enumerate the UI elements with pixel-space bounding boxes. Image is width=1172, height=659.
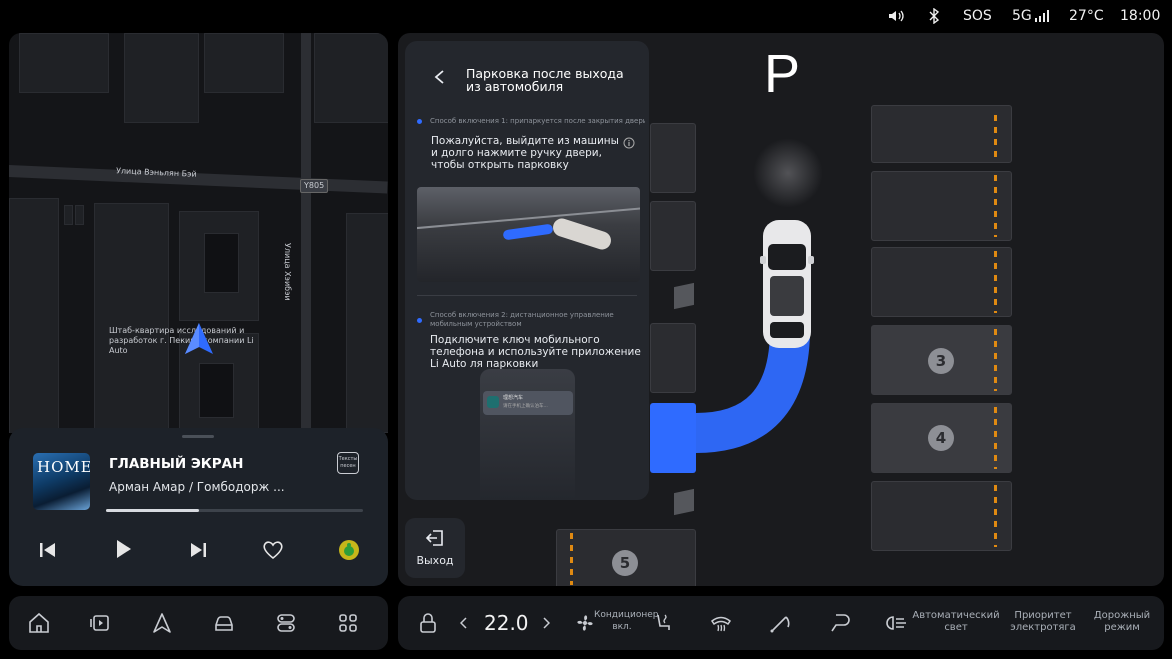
slot-number: 3: [928, 348, 954, 374]
exit-label: Выход: [416, 554, 454, 567]
method1-label: Способ включения 1: припаркуется после з…: [430, 117, 645, 125]
favorite-button[interactable]: [260, 537, 286, 563]
previous-button[interactable]: [36, 538, 60, 562]
info-icon[interactable]: [623, 137, 635, 149]
method1-text: Пожалуйста, выйдите из машины и долго на…: [431, 135, 619, 171]
music-player: HOME ГЛАВНЫЙ ЭКРАН Арман Амар / Гомбодор…: [9, 428, 388, 586]
status-bar: SOS 5G 27°C 18:00: [0, 0, 1172, 32]
road-badge: Y805: [300, 179, 329, 193]
skip-back-icon: [40, 543, 55, 557]
navigation-map[interactable]: Улица Вэньлян Бэй Улица Хэибэи Y805 Штаб…: [9, 33, 388, 433]
ac-status[interactable]: Кондиционер вкл.: [594, 609, 658, 633]
slot-number: 5: [612, 550, 638, 576]
street-label: Улица Хэибэи: [283, 243, 292, 301]
parking-slot[interactable]: [871, 105, 1012, 163]
track-artist: Арман Амар / Гомбодорж ...: [109, 480, 285, 494]
climate-bar: 22.0 Кондиционер вкл. Автоматический све…: [398, 596, 1164, 650]
heart-icon: [263, 541, 283, 560]
parking-slot[interactable]: [650, 123, 696, 193]
navigation-arrow-icon: [185, 323, 213, 354]
exit-icon: [425, 530, 443, 546]
wiper-icon[interactable]: [768, 611, 792, 635]
home-icon[interactable]: [27, 611, 51, 635]
mirror-icon[interactable]: [826, 611, 850, 635]
power-priority-label[interactable]: Приоритет электротяга: [1002, 610, 1084, 634]
app-dock: [9, 596, 388, 650]
album-cover[interactable]: HOME: [33, 453, 90, 510]
lock-icon[interactable]: [416, 611, 440, 635]
parking-slot[interactable]: [650, 201, 696, 271]
progress-bar[interactable]: [106, 509, 363, 512]
auto-light-icon[interactable]: [884, 611, 908, 635]
parking-slot[interactable]: [871, 247, 1012, 317]
temperature-value: 22.0: [484, 611, 529, 635]
method2-text: Подключите ключ мобильного телефона и ис…: [430, 334, 641, 370]
music-app-button[interactable]: [336, 537, 362, 563]
play-icon: [117, 540, 131, 558]
gear-indicator: P: [764, 44, 801, 104]
play-button[interactable]: [110, 536, 136, 562]
back-icon[interactable]: [433, 69, 445, 85]
parking-instruction-panel: Парковка после выхода из автомобиля Спос…: [405, 41, 649, 500]
road-mode-label[interactable]: Дорожный режим: [1086, 610, 1158, 634]
car-icon: [760, 220, 814, 348]
car-icon[interactable]: [212, 611, 236, 635]
door-handle-illustration: [417, 187, 640, 282]
parking-slot[interactable]: [871, 171, 1012, 241]
method2-label: Способ включения 2: дистанционное управл…: [430, 311, 614, 328]
settings-toggle-icon[interactable]: [274, 611, 298, 635]
skip-forward-icon: [191, 543, 206, 557]
auto-light-label[interactable]: Автоматический свет: [910, 610, 1002, 634]
defrost-icon[interactable]: [709, 611, 733, 635]
seat-heat-icon[interactable]: [651, 611, 675, 635]
parking-slot[interactable]: [871, 481, 1012, 551]
clock: 18:00: [1120, 8, 1161, 24]
lyrics-button[interactable]: Тексты песен: [337, 452, 359, 474]
sos-label[interactable]: SOS: [963, 8, 992, 24]
temperature-up-icon[interactable]: [542, 617, 550, 629]
slot-number: 4: [928, 425, 954, 451]
temperature-down-icon[interactable]: [460, 617, 468, 629]
bluetooth-icon[interactable]: [928, 8, 940, 24]
phone-illustration: 理想汽车 请在手机上确认泊车...: [480, 369, 575, 500]
apps-grid-icon[interactable]: [336, 611, 360, 635]
drag-handle[interactable]: [182, 435, 214, 438]
music-app-icon: [339, 540, 359, 560]
navigation-icon[interactable]: [150, 611, 174, 635]
next-button[interactable]: [186, 538, 210, 562]
outside-temperature: 27°C: [1069, 8, 1104, 24]
panel-title: Парковка после выхода из автомобиля: [466, 66, 624, 94]
volume-icon[interactable]: [888, 9, 906, 23]
track-title: ГЛАВНЫЙ ЭКРАН: [109, 456, 244, 472]
exit-button[interactable]: Выход: [405, 518, 465, 578]
media-icon[interactable]: [88, 611, 112, 635]
signal-icon: [1035, 10, 1049, 22]
network-label: 5G: [1012, 8, 1032, 24]
